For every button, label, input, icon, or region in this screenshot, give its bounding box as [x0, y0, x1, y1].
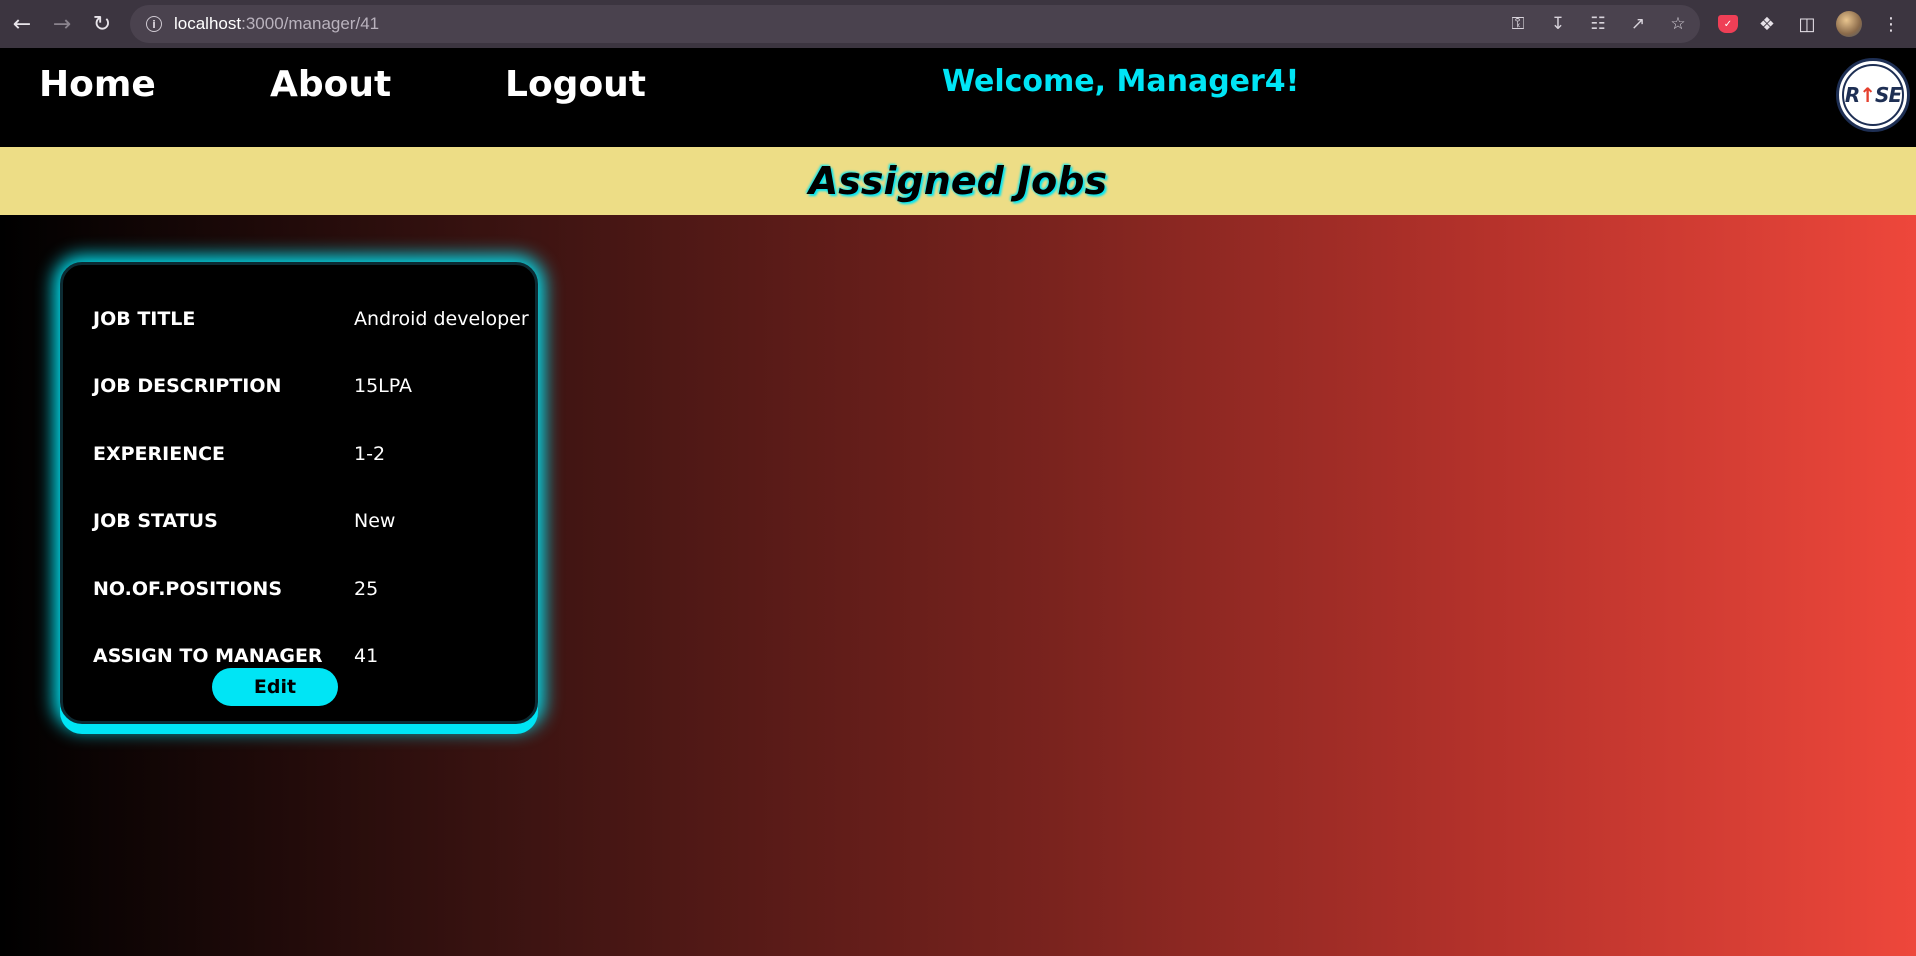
welcome-message: Welcome, Manager4! — [942, 64, 1300, 99]
install-icon[interactable]: ↧ — [1548, 14, 1568, 34]
edit-button[interactable]: Edit — [212, 668, 338, 706]
side-panel-icon[interactable]: ◫ — [1796, 14, 1818, 35]
menu-icon[interactable]: ⋮ — [1880, 14, 1902, 35]
positions-value: 25 — [354, 577, 379, 600]
nav-home-link[interactable]: Home — [39, 64, 156, 105]
translate-icon[interactable]: ☷ — [1588, 14, 1608, 34]
job-status-value: New — [354, 510, 396, 533]
browser-toolbar: ← → ↻ i localhost:3000/manager/41 ⚿ ↧ ☷ … — [0, 0, 1916, 48]
page-banner: Assigned Jobs — [0, 147, 1916, 215]
job-description-label: JOB DESCRIPTION — [93, 375, 282, 398]
pocket-icon[interactable]: ✓ — [1718, 15, 1738, 33]
rise-logo: R ↑ SE — [1836, 58, 1910, 132]
positions-label: NO.OF.POSITIONS — [93, 577, 283, 600]
job-title-value: Android developer — [354, 307, 529, 330]
job-description-value: 15LPA — [354, 375, 413, 398]
logo-text: R ↑ SE — [1842, 64, 1904, 126]
extensions-icon[interactable]: ❖ — [1756, 14, 1778, 35]
profile-avatar[interactable] — [1836, 11, 1862, 37]
app-header: Home About Logout Welcome, Manager4! R ↑ S… — [0, 48, 1916, 147]
nav-about-link[interactable]: About — [270, 64, 391, 105]
info-icon[interactable]: i — [146, 16, 162, 32]
main-content: JOB TITLE Android developer JOB DESCRIPT… — [0, 215, 1916, 956]
job-row-status: JOB STATUS New — [63, 488, 535, 556]
job-title-label: JOB TITLE — [93, 307, 196, 330]
experience-value: 1-2 — [354, 442, 386, 465]
assign-manager-value: 41 — [354, 645, 379, 668]
nav-logout-link[interactable]: Logout — [505, 64, 646, 105]
assign-manager-label: ASSIGN TO MANAGER — [93, 645, 323, 668]
job-status-label: JOB STATUS — [93, 510, 218, 533]
star-icon[interactable]: ☆ — [1668, 14, 1688, 34]
share-icon[interactable]: ↗ — [1628, 14, 1648, 34]
job-row-experience: EXPERIENCE 1-2 — [63, 420, 535, 488]
back-icon[interactable]: ← — [2, 4, 42, 44]
job-card: JOB TITLE Android developer JOB DESCRIPT… — [60, 262, 538, 724]
address-bar[interactable]: i localhost:3000/manager/41 ⚿ ↧ ☷ ↗ ☆ — [130, 5, 1700, 43]
url-text[interactable]: localhost:3000/manager/41 — [174, 14, 379, 34]
experience-label: EXPERIENCE — [93, 442, 226, 465]
job-row-positions: NO.OF.POSITIONS 25 — [63, 555, 535, 623]
forward-icon[interactable]: → — [42, 4, 82, 44]
job-row-description: JOB DESCRIPTION 15LPA — [63, 353, 535, 421]
reload-icon[interactable]: ↻ — [82, 4, 122, 44]
job-row-title: JOB TITLE Android developer — [63, 285, 535, 353]
key-icon[interactable]: ⚿ — [1508, 14, 1528, 34]
page-title: Assigned Jobs — [808, 159, 1108, 203]
